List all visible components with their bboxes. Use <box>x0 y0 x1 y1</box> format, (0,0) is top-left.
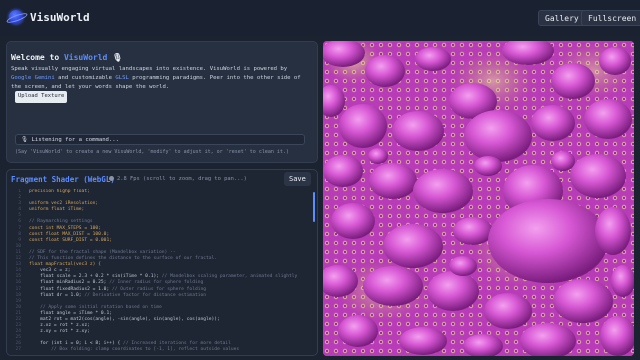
code-token: // Outer radius for sphere folding <box>111 286 207 292</box>
code-token: z.xz = rot * z.xz; <box>29 323 90 329</box>
code-token: const float MAX_DIST = 100.0; <box>29 231 110 237</box>
fractal-blob <box>365 55 405 87</box>
fractal-blob <box>427 271 479 311</box>
fractal-blob <box>551 151 575 171</box>
code-token: // Box folding: clamp coordinates to [-1… <box>29 347 240 353</box>
fractal-blob <box>383 224 443 268</box>
fractal-blob <box>553 279 613 323</box>
code-token: // Inner radius for sphere folding <box>109 280 204 286</box>
fractal-blob <box>453 217 493 245</box>
code-line: 27 // Box folding: clamp coordinates to … <box>9 347 315 353</box>
fractal-blob <box>488 199 608 283</box>
fractal-blob <box>368 148 388 164</box>
code-token: float dr = 1.0; <box>29 292 85 298</box>
shader-title: Fragment Shader (WebGL) <box>11 175 115 184</box>
save-button[interactable]: Save <box>284 172 311 186</box>
desc-text-2: and customizable <box>54 74 116 81</box>
code-scrollbar[interactable] <box>313 192 315 222</box>
gemini-link[interactable]: Google Gemini <box>11 75 55 81</box>
fractal-blob <box>484 293 532 329</box>
fractal-blob <box>611 265 634 297</box>
code-token: float fixedRadius2 = 1.0; <box>29 286 112 292</box>
code-token: uniform vec2 iResolution; <box>29 201 99 207</box>
code-token: // Increased iterations for more detail <box>123 341 231 347</box>
fractal-blob <box>339 104 387 148</box>
code-token: // Derivative factor for distance estima… <box>84 292 207 298</box>
fps-readout: 2.8 Fps (scroll to zoom, drag to pan...) <box>117 176 247 182</box>
render-canvas[interactable] <box>323 41 634 356</box>
code-token: // Mandelbox scaling parameter, animated… <box>161 274 298 280</box>
gallery-button[interactable]: Gallery <box>538 10 586 26</box>
code-token: mat2 rot = mat2(cos(angle), -sin(angle),… <box>29 316 220 322</box>
voice-status-box: 🎙 Listening for a command... <box>15 134 305 145</box>
fractal-blob <box>338 315 378 347</box>
fractal-blob <box>599 47 631 75</box>
fractal-blob <box>413 169 473 213</box>
fractal-blob <box>363 266 423 306</box>
welcome-title: Welcome to VisuWorld 🎙 <box>11 53 122 62</box>
globe-logo-icon <box>9 10 23 24</box>
fractal-blob <box>392 111 444 151</box>
top-bar: VisuWorld Gallery Fullscreen <box>0 0 640 36</box>
fractal-blob <box>399 327 447 355</box>
fractal-blob <box>369 163 417 199</box>
fractal-render <box>323 41 634 356</box>
code-token: const float SURF_DIST = 0.001; <box>29 237 112 243</box>
welcome-title-accent: VisuWorld <box>63 53 108 62</box>
code-token: for (int i = 0; i < 8; i++) { <box>29 341 124 347</box>
fractal-blob <box>570 154 626 198</box>
code-token: // Apply some initial rotation based on … <box>29 304 162 310</box>
code-token: float angle = iTime * 0.1; <box>29 310 112 316</box>
fractal-blob <box>323 155 363 187</box>
upload-texture-button[interactable]: Upload Texture <box>15 91 68 103</box>
code-token: const int MAX_STEPS = 100; <box>29 225 101 231</box>
microphone-icon: 🎙 <box>112 53 123 62</box>
fractal-blob <box>331 203 375 239</box>
status-dot-icon <box>109 176 114 181</box>
fractal-blob <box>584 99 632 139</box>
code-editor[interactable]: 1 precision highp float; 2 3 uniform vec2 iR… <box>9 189 315 355</box>
fractal-blob <box>449 256 477 276</box>
code-token: precision highp float; <box>29 189 90 194</box>
code-token: float scale = 2.3 + 0.2 * sin(iTime * 0.… <box>29 274 162 280</box>
fractal-blob <box>474 156 502 176</box>
welcome-title-prefix: Welcome to <box>11 53 64 62</box>
welcome-description: Speak visually engaging virtual landscap… <box>11 65 307 91</box>
code-token: // SDF for the fractal shape (Mandelbox … <box>29 249 176 255</box>
code-token: z.xy = rot * z.xy; <box>29 329 90 335</box>
code-token: float minRadius2 = 0.25; <box>29 280 110 286</box>
code-token: vec3 c = z; <box>29 268 71 274</box>
code-token: float mapFractal(vec3 z) { <box>29 262 101 268</box>
fractal-blob <box>464 110 532 162</box>
fractal-blob <box>551 63 595 99</box>
voice-hint: (Say 'VisuWorld' to create a new VisuWor… <box>15 149 289 155</box>
fullscreen-button[interactable]: Fullscreen <box>581 10 640 26</box>
fractal-blob <box>531 105 575 141</box>
fractal-blob <box>415 47 451 71</box>
code-token: uniform float iTime; <box>29 207 85 213</box>
code-token: // This function defines the distance to… <box>29 256 218 262</box>
desc-text-1: Speak visually engaging virtual landscap… <box>11 66 288 72</box>
app-title: VisuWorld <box>30 11 90 24</box>
fractal-blob <box>595 207 631 255</box>
line-number: 27 <box>15 347 21 353</box>
code-token: // Raymarching settings <box>29 219 93 225</box>
glsl-link[interactable]: GLSL <box>115 75 128 81</box>
